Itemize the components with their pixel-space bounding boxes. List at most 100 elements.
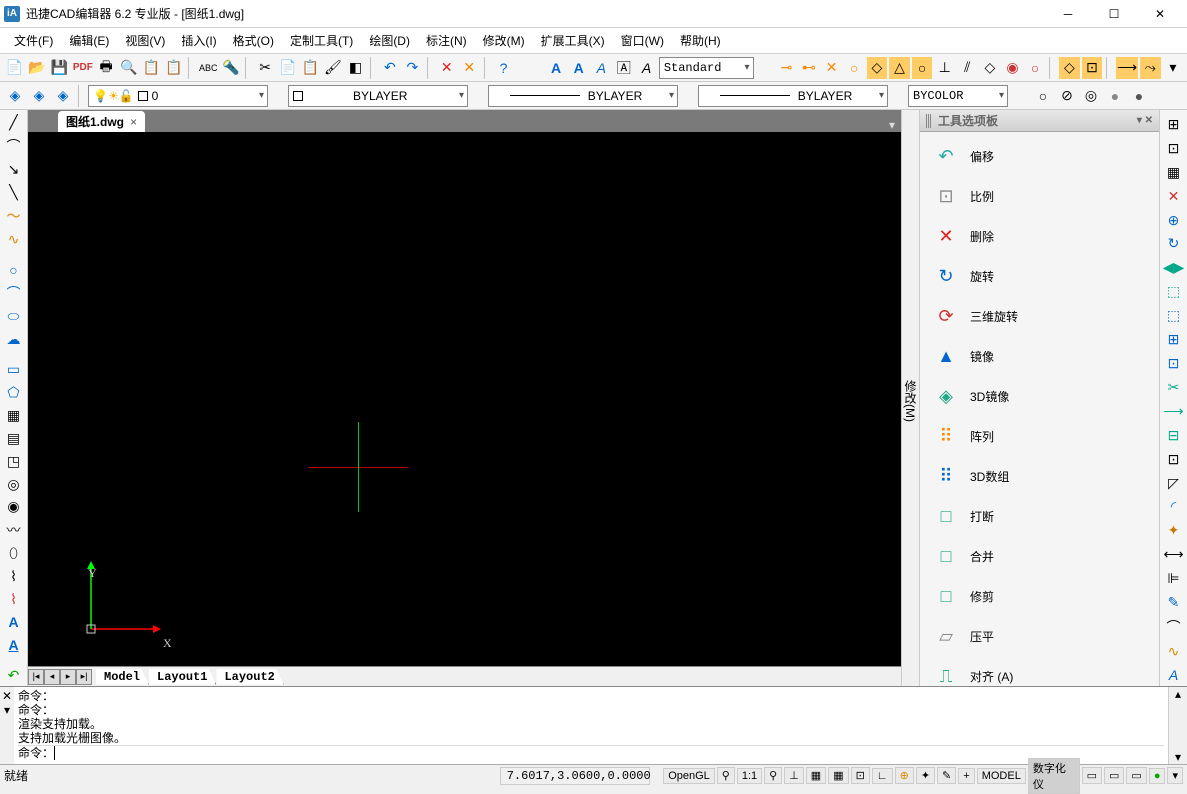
solid-sphere-icon[interactable]: ● (1128, 85, 1150, 107)
status-sc-icon[interactable]: ✎ (937, 767, 956, 784)
palette-item-9[interactable]: □打断 (924, 496, 1155, 536)
palette-item-6[interactable]: ◈3D镜像 (924, 376, 1155, 416)
maximize-button[interactable]: ☐ (1091, 0, 1137, 28)
region-icon[interactable]: ◳ (3, 451, 25, 472)
close-button[interactable]: ✕ (1137, 0, 1183, 28)
status-t2-icon[interactable]: ▭ (1104, 767, 1124, 784)
menu-file[interactable]: 文件(F) (6, 29, 61, 52)
palette-item-1[interactable]: ⊡比例 (924, 176, 1155, 216)
status-digitizer[interactable]: 数字化仪 (1028, 758, 1080, 794)
matchprop-icon[interactable]: 🖌 (323, 57, 344, 79)
palette-item-13[interactable]: ⎍对齐 (A) (924, 656, 1155, 686)
palette-close-icon[interactable]: ▾ ✕ (1137, 115, 1153, 126)
snap-end-icon[interactable]: ⊸ (776, 57, 797, 79)
pdf-icon[interactable]: PDF (72, 57, 94, 79)
menu-edit[interactable]: 编辑(E) (61, 29, 117, 52)
ellipse-icon[interactable]: ⬭ (3, 306, 25, 327)
trim-icon[interactable]: ✂ (1163, 377, 1185, 398)
text-icon[interactable]: A (3, 612, 25, 633)
ellipse-icon2[interactable]: ◎ (1080, 85, 1102, 107)
snap-near-icon[interactable]: ◉ (1002, 57, 1023, 79)
layout-first-icon[interactable]: |◂ (28, 669, 44, 685)
tool-palette-header[interactable]: 工具选项板 ▾ ✕ (920, 110, 1159, 132)
layer-states-icon[interactable]: ◈ (28, 85, 50, 107)
donut2-icon[interactable]: ◉ (3, 496, 25, 517)
array-icon[interactable]: ⊞ (1163, 329, 1185, 350)
status-polar-icon[interactable]: ▦ (806, 767, 826, 784)
snap-int-icon[interactable]: ✕ (821, 57, 842, 79)
vtab-modify[interactable]: 修改(M) (902, 380, 919, 422)
minimize-button[interactable]: ─ (1045, 0, 1091, 28)
text-a3-icon[interactable]: A (591, 57, 612, 79)
tab-dropdown-icon[interactable]: ▾ (883, 118, 901, 132)
menu-customtools[interactable]: 定制工具(T) (282, 29, 361, 52)
spline-icon[interactable]: ∿ (3, 229, 25, 250)
oops-icon[interactable]: ✕ (459, 57, 480, 79)
delete-icon[interactable]: ✕ (436, 57, 457, 79)
palette-item-7[interactable]: ⠿阵列 (924, 416, 1155, 456)
xline-icon[interactable]: ↘ (3, 159, 25, 180)
snap-node-icon[interactable]: ◇ (867, 57, 888, 79)
3dpoly-icon[interactable]: ⌇ (3, 566, 25, 587)
spell-icon[interactable]: ABC (198, 57, 219, 79)
polygon-icon[interactable]: ⬠ (3, 382, 25, 403)
status-qp-icon[interactable]: ✦ (916, 767, 935, 784)
rotate-icon[interactable]: ↻ (1163, 234, 1185, 255)
status-scale[interactable]: 1:1 (737, 768, 762, 784)
status-ok-icon[interactable]: ● (1149, 768, 1166, 784)
menu-format[interactable]: 格式(O) (225, 29, 282, 52)
copy-icon[interactable]: 📄 (277, 57, 298, 79)
circle-icon[interactable]: ○ (3, 259, 25, 280)
status-lwt-icon[interactable]: ∟ (872, 768, 893, 784)
trace-icon[interactable]: 〰 (3, 519, 25, 541)
close-tab-icon[interactable]: × (130, 115, 137, 129)
menu-modify[interactable]: 修改(M) (475, 29, 533, 52)
menu-draw[interactable]: 绘图(D) (361, 29, 418, 52)
layout-next-icon[interactable]: ▸ (60, 669, 76, 685)
edit-icon[interactable]: ✎ (1163, 592, 1185, 613)
undo2-icon[interactable]: ↶ (3, 665, 25, 686)
linetype-combo[interactable]: BYLAYER (488, 85, 678, 107)
snap-tan-icon[interactable]: ○ (912, 57, 933, 79)
save-icon[interactable]: 💾 (49, 57, 70, 79)
status-snap-icon[interactable]: ⚲ (717, 767, 735, 784)
preview-icon[interactable]: 🔍 (118, 57, 139, 79)
rectangle-icon[interactable]: ▭ (3, 359, 25, 380)
pedit-icon[interactable]: ∿ (1163, 641, 1185, 662)
join-icon[interactable]: ⊡ (1163, 449, 1185, 470)
menu-dimension[interactable]: 标注(N) (418, 29, 475, 52)
status-t3-icon[interactable]: ▭ (1126, 767, 1146, 784)
undo-icon[interactable]: ↶ (380, 57, 401, 79)
text-edit-icon[interactable]: A (1163, 665, 1185, 686)
palette-item-10[interactable]: □合并 (924, 536, 1155, 576)
snap-ins-icon[interactable]: ◇ (980, 57, 1001, 79)
layout-tab-model[interactable]: Model (96, 669, 149, 685)
arc-edit-icon[interactable]: ⌒ (1163, 616, 1185, 638)
palette-item-2[interactable]: ✕删除 (924, 216, 1155, 256)
explode-icon[interactable]: ✦ (1163, 520, 1185, 541)
snap-perp-icon[interactable]: ⊥ (934, 57, 955, 79)
insert-icon[interactable]: ⊡ (1163, 138, 1185, 159)
status-ortho-icon[interactable]: ⊥ (784, 767, 804, 784)
palette-item-4[interactable]: ⟳三维旋转 (924, 296, 1155, 336)
snap-quad-icon[interactable]: △ (889, 57, 910, 79)
helix-icon[interactable]: ⌇ (3, 589, 25, 610)
line-icon[interactable]: ╱ (3, 112, 25, 133)
offset-icon[interactable]: ⊡ (1163, 353, 1185, 374)
status-menu-icon[interactable]: ▾ (1167, 767, 1183, 784)
explorer-icon[interactable]: 📋 (141, 57, 162, 79)
layer-manager-icon[interactable]: ◈ (4, 85, 26, 107)
status-model[interactable]: MODEL (977, 768, 1026, 784)
boundary-icon[interactable]: ▤ (3, 428, 25, 449)
status-render[interactable]: OpenGL (663, 768, 715, 784)
snap-para-icon[interactable]: ⫽ (957, 57, 978, 79)
text-a-icon[interactable]: A (546, 57, 567, 79)
fillet-icon[interactable]: ◜ (1163, 497, 1185, 518)
text-style-icon[interactable]: A (636, 57, 657, 79)
new-icon[interactable]: 📄 (4, 57, 25, 79)
menu-view[interactable]: 视图(V) (117, 29, 173, 52)
wipeout-icon[interactable]: ◎ (3, 474, 25, 495)
find-icon[interactable]: 🔦 (221, 57, 242, 79)
block-icon[interactable]: ⊞ (1163, 114, 1185, 135)
osnap-settings-icon[interactable]: ⊡ (1082, 57, 1103, 79)
